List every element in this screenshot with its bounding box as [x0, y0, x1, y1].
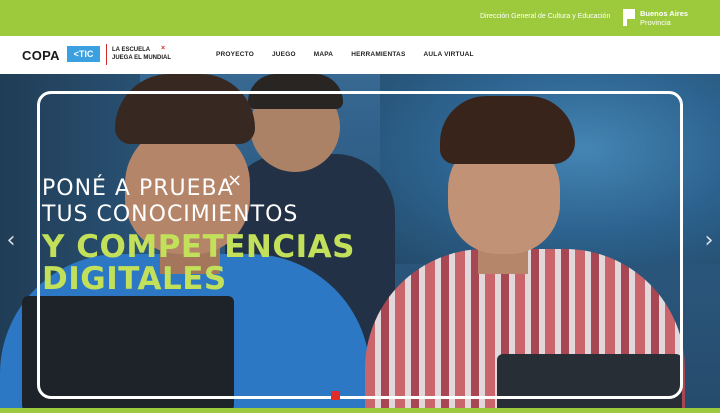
nav-item-juego[interactable]: JUEGO: [272, 51, 296, 58]
logo-x-icon: ×: [161, 45, 166, 52]
logo-tic[interactable]: <TIC: [67, 46, 100, 62]
nav-item-aula-virtual[interactable]: AULA VIRTUAL: [423, 51, 473, 58]
bottom-strip: [0, 408, 720, 413]
buenos-aires-flag-icon: [623, 9, 635, 26]
headline-line1: PONÉ A PRUEBA: [42, 176, 234, 201]
nav-item-mapa[interactable]: MAPA: [314, 51, 333, 58]
nav-item-proyecto[interactable]: PROYECTO: [216, 51, 254, 58]
province-line1: Buenos Aires: [640, 9, 689, 18]
nav-menu: PROYECTO JUEGO MAPA HERRAMIENTAS AULA VI…: [216, 51, 492, 58]
headline-line2: TUS CONOCIMIENTOS: [42, 202, 299, 227]
headline-line4: DIGITALES: [42, 261, 227, 297]
hero-slider: × PONÉ A PRUEBA TUS CONOCIMIENTOS Y COMP…: [0, 74, 720, 408]
logo-divider: [106, 44, 107, 65]
province-line2: Provincia: [640, 18, 671, 27]
nav-item-herramientas[interactable]: HERRAMIENTAS: [351, 51, 405, 58]
main-navbar: COPA <TIC LA ESCUELA JUEGA EL MUNDIAL × …: [0, 36, 720, 74]
logo-copa[interactable]: COPA: [22, 48, 60, 63]
province-logo[interactable]: Buenos Aires Provincia: [640, 9, 688, 27]
logo-escuela-line2: JUEGA EL MUNDIAL: [112, 54, 172, 61]
slider-prev-arrow-icon[interactable]: ‹: [4, 229, 18, 253]
slider-next-arrow-icon[interactable]: ›: [702, 229, 716, 253]
direction-general-link[interactable]: Dirección General de Cultura y Educación: [480, 13, 610, 20]
top-bar: Dirección General de Cultura y Educación…: [0, 0, 720, 36]
slider-dot-active[interactable]: [331, 391, 340, 400]
headline-line3: Y COMPETENCIAS: [42, 229, 355, 265]
